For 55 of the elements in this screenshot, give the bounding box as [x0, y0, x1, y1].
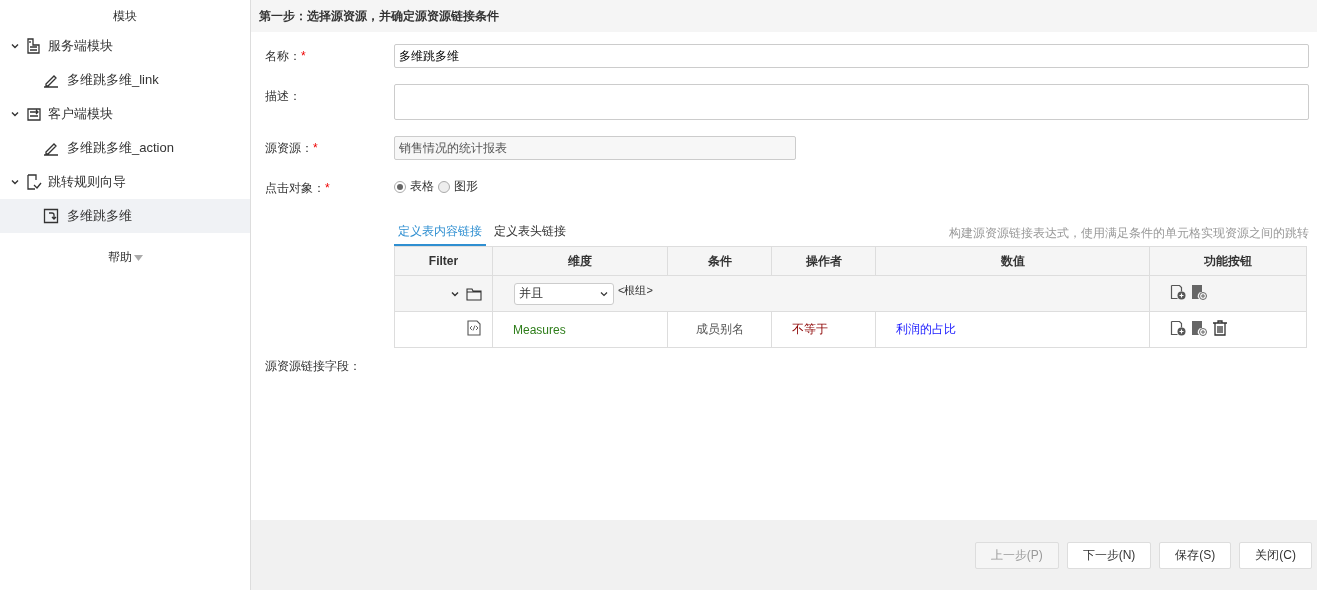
- step-title: 第一步：选择源资源，并确定源资源链接条件: [251, 0, 1317, 32]
- radio-button[interactable]: [438, 180, 450, 193]
- code-file-icon: [466, 320, 482, 336]
- tree-item[interactable]: 多维跳多维: [0, 199, 250, 233]
- logic-select[interactable]: 并且: [514, 282, 614, 305]
- module-icon: [26, 106, 42, 122]
- tree-item[interactable]: 跳转规则向导: [48, 173, 126, 191]
- chevron-icon[interactable]: [10, 177, 20, 187]
- tree-item[interactable]: 服务端模块: [48, 37, 113, 55]
- footer-button[interactable]: 下一步(N): [1066, 541, 1152, 569]
- column-header: 操作者: [771, 246, 876, 276]
- add-group-icon[interactable]: [1191, 320, 1207, 336]
- delete-icon[interactable]: [1212, 320, 1228, 336]
- footer-button[interactable]: 保存(S): [1159, 541, 1232, 569]
- jump-icon: [43, 208, 59, 224]
- help-menu[interactable]: 帮助: [107, 249, 132, 266]
- required-mark: *: [313, 141, 318, 155]
- footer-button[interactable]: 关闭(C): [1239, 541, 1312, 569]
- name-field[interactable]: 多维跳多维: [394, 44, 1309, 68]
- column-header: 维度: [492, 246, 668, 276]
- field-label: 源资源：: [265, 141, 313, 155]
- radio-label: 图形: [454, 178, 478, 195]
- column-header: 条件: [667, 246, 772, 276]
- folder-icon: [466, 285, 482, 302]
- chevron-icon[interactable]: [10, 41, 20, 51]
- table-cell: 利润的占比: [875, 311, 1150, 348]
- table-cell: 成员别名: [667, 311, 772, 348]
- sidebar-header: 模块: [112, 8, 138, 25]
- tree-item[interactable]: 客户端模块: [48, 105, 113, 123]
- column-header: 功能按钮: [1149, 246, 1307, 276]
- radio-button[interactable]: [394, 180, 406, 193]
- field-label: 名称：: [265, 49, 301, 63]
- description-field[interactable]: [394, 84, 1309, 120]
- module-icon: [26, 38, 42, 54]
- required-mark: *: [301, 49, 306, 63]
- group-label: <根组>: [618, 283, 653, 296]
- add-condition-icon[interactable]: [1170, 284, 1186, 300]
- chevron-icon[interactable]: [10, 109, 20, 119]
- tree-item[interactable]: 多维跳多维_action: [0, 131, 250, 165]
- radio-label: 表格: [410, 178, 434, 195]
- hint-text: 构建源资源链接表达式，使用满足条件的单元格实现资源之间的跳转: [949, 225, 1309, 242]
- tab[interactable]: 定义表头链接: [490, 221, 570, 246]
- tree-item[interactable]: 多维跳多维_link: [0, 63, 250, 97]
- add-group-icon[interactable]: [1191, 284, 1207, 300]
- table-cell: Measures: [492, 311, 668, 348]
- column-header: Filter: [394, 246, 493, 276]
- field-label: 点击对象：: [265, 181, 325, 195]
- field-label: 源资源链接字段：: [265, 358, 362, 375]
- required-mark: *: [325, 181, 330, 195]
- field-label: 描述：: [265, 89, 301, 103]
- source-field[interactable]: 销售情况的统计报表: [394, 136, 796, 160]
- column-header: 数值: [875, 246, 1150, 276]
- document-icon: [26, 174, 42, 190]
- add-condition-icon[interactable]: [1170, 320, 1186, 336]
- table-cell: 不等于: [771, 311, 876, 348]
